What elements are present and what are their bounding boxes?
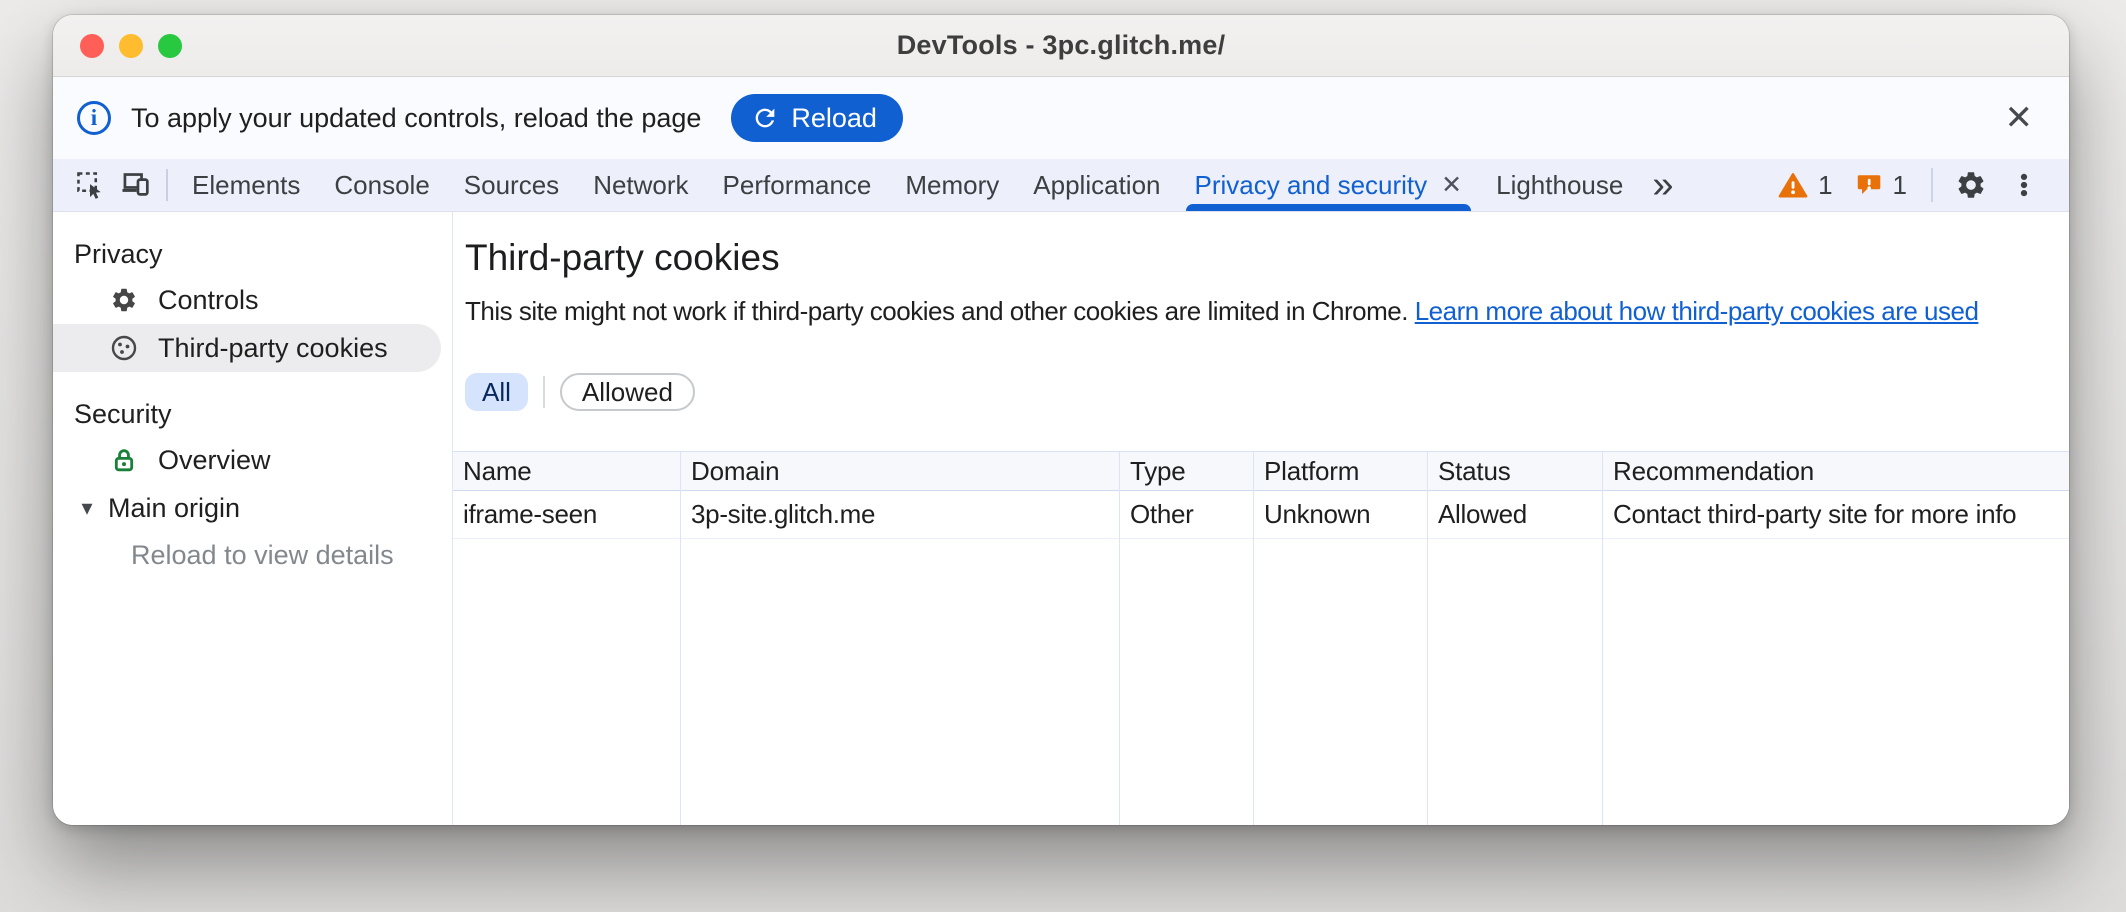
inspect-cursor-icon [75, 170, 105, 200]
tab-privacy-and-security-label: Privacy and security [1195, 170, 1428, 201]
tab-privacy-and-security[interactable]: Privacy and security ✕ [1178, 159, 1480, 211]
cell-domain[interactable]: 3p-site.glitch.me [681, 491, 1119, 539]
inspect-element-button[interactable] [67, 159, 113, 211]
issues-icon [1855, 171, 1883, 199]
sidebar-item-label: Third-party cookies [158, 333, 388, 364]
cell-type[interactable]: Other [1120, 491, 1253, 539]
issue-count: 1 [1893, 170, 1907, 201]
column-domain: Domain 3p-site.glitch.me [681, 452, 1120, 825]
sidebar-item-label: Main origin [108, 493, 240, 524]
page-description: This site might not work if third-party … [465, 296, 2069, 327]
sidebar-item-overview[interactable]: Overview [53, 436, 452, 484]
chip-separator [543, 376, 545, 408]
gear-icon [110, 286, 138, 314]
column-type: Type Other [1120, 452, 1254, 825]
column-status: Status Allowed [1428, 452, 1603, 825]
device-toolbar-button[interactable] [113, 159, 159, 211]
reload-icon [751, 104, 779, 132]
sidebar: Privacy Controls Third-party cookies [53, 212, 453, 825]
traffic-lights [80, 15, 182, 76]
reload-button[interactable]: Reload [731, 94, 903, 142]
warning-icon [1778, 171, 1808, 199]
learn-more-link[interactable]: Learn more about how third-party cookies… [1415, 296, 1979, 326]
panel-body: Privacy Controls Third-party cookies [53, 212, 2069, 825]
tab-elements[interactable]: Elements [175, 159, 317, 211]
sidebar-item-main-origin[interactable]: ▾ Main origin [53, 484, 452, 532]
close-window-button[interactable] [80, 34, 104, 58]
cookies-table: Name iframe-seen Domain 3p-site.glitch.m… [453, 451, 2069, 825]
filter-chip-allowed[interactable]: Allowed [560, 373, 695, 411]
window-title: DevTools - 3pc.glitch.me/ [897, 30, 1226, 61]
devtools-toolbar: Elements Console Sources Network Perform… [53, 159, 2069, 212]
tab-network[interactable]: Network [576, 159, 705, 211]
zoom-window-button[interactable] [158, 34, 182, 58]
column-header-name[interactable]: Name [453, 452, 680, 491]
tab-application[interactable]: Application [1016, 159, 1177, 211]
minimize-window-button[interactable] [119, 34, 143, 58]
infobar-message: To apply your updated controls, reload t… [131, 103, 701, 134]
warning-count: 1 [1818, 170, 1832, 201]
infobar-close-icon[interactable]: ✕ [2005, 101, 2034, 135]
sidebar-item-label: Controls [158, 285, 259, 316]
column-name: Name iframe-seen [453, 452, 681, 825]
sidebar-note-reload-to-view: Reload to view details [53, 532, 452, 578]
cell-status[interactable]: Allowed [1428, 491, 1602, 539]
tab-memory[interactable]: Memory [888, 159, 1016, 211]
filter-chips: All Allowed [465, 373, 2069, 411]
info-icon: i [77, 101, 111, 135]
tab-performance[interactable]: Performance [706, 159, 889, 211]
sidebar-gap [53, 372, 452, 392]
sidebar-section-security: Security [53, 392, 452, 436]
page-title: Third-party cookies [465, 237, 2069, 279]
column-header-recommendation[interactable]: Recommendation [1603, 452, 2069, 491]
lock-icon [110, 446, 138, 474]
gear-icon [1955, 169, 1987, 201]
titlebar: DevTools - 3pc.glitch.me/ [53, 15, 2069, 77]
cell-name[interactable]: iframe-seen [453, 491, 680, 539]
issues-badge[interactable]: 1 [1855, 170, 1907, 201]
sidebar-item-controls[interactable]: Controls [53, 276, 452, 324]
third-party-cookies-panel: Third-party cookies This site might not … [453, 212, 2069, 825]
column-header-type[interactable]: Type [1120, 452, 1253, 491]
sidebar-section-privacy: Privacy [53, 232, 452, 276]
column-header-platform[interactable]: Platform [1254, 452, 1427, 491]
cell-recommendation[interactable]: Contact third-party site for more info [1603, 491, 2069, 539]
column-platform: Platform Unknown [1254, 452, 1428, 825]
reload-button-label: Reload [791, 103, 877, 134]
column-header-domain[interactable]: Domain [681, 452, 1119, 491]
kebab-menu-icon [2009, 170, 2039, 200]
infobar: i To apply your updated controls, reload… [53, 77, 2069, 159]
tab-sources[interactable]: Sources [447, 159, 576, 211]
kebab-menu-button[interactable] [2009, 170, 2039, 200]
tab-close-icon[interactable]: ✕ [1441, 170, 1462, 200]
column-header-status[interactable]: Status [1428, 452, 1602, 491]
device-toolbar-icon [120, 169, 152, 201]
sidebar-item-label: Overview [158, 445, 271, 476]
settings-button[interactable] [1955, 169, 1987, 201]
cookie-icon [110, 334, 138, 362]
cell-platform[interactable]: Unknown [1254, 491, 1427, 539]
column-recommendation: Recommendation Contact third-party site … [1603, 452, 2069, 825]
description-text: This site might not work if third-party … [465, 296, 1408, 326]
toolbar-separator [1931, 168, 1933, 202]
triangle-down-icon: ▾ [77, 495, 97, 521]
console-warnings-badge[interactable]: 1 [1778, 170, 1832, 201]
tab-lighthouse[interactable]: Lighthouse [1479, 159, 1640, 211]
tab-console[interactable]: Console [317, 159, 446, 211]
filter-chip-all[interactable]: All [465, 373, 528, 411]
toolbar-separator [166, 169, 168, 201]
sidebar-item-third-party-cookies[interactable]: Third-party cookies [53, 324, 441, 372]
devtools-window: DevTools - 3pc.glitch.me/ i To apply you… [53, 15, 2069, 825]
toolbar-right-cluster: 1 1 [1756, 159, 2069, 211]
